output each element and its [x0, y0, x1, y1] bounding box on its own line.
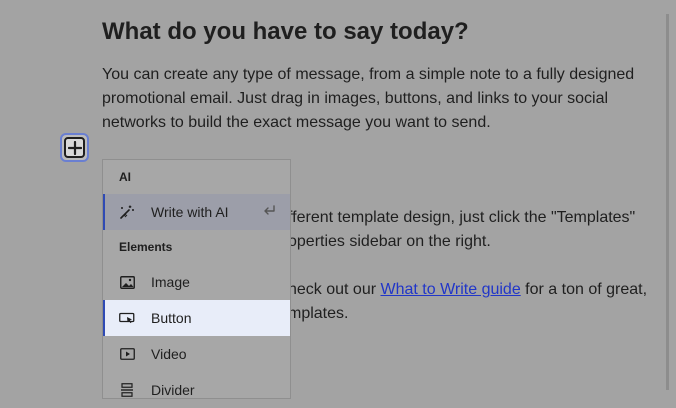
button-item[interactable]: Button	[103, 300, 290, 336]
divider-icon	[119, 382, 135, 398]
page-heading: What do you have to say today?	[102, 18, 469, 45]
button-cursor-icon	[119, 310, 135, 326]
image-item[interactable]: Image	[103, 264, 290, 300]
write-with-ai-label: Write with AI	[151, 204, 229, 220]
guide-text-before: heck out our	[288, 281, 381, 298]
templates-line-1: fferent template design, just click the …	[288, 209, 636, 226]
guide-line-1: heck out our What to Write guide for a t…	[288, 278, 647, 302]
templates-line-2: operties sidebar on the right.	[288, 233, 491, 250]
elements-section-header: Elements	[119, 240, 173, 254]
scrollbar[interactable]	[666, 14, 669, 390]
what-to-write-guide-link[interactable]: What to Write guide	[381, 281, 521, 298]
magic-wand-icon	[119, 204, 135, 220]
video-icon	[119, 346, 135, 362]
divider-item[interactable]: Divider	[103, 372, 290, 408]
button-label: Button	[151, 310, 192, 326]
image-icon	[119, 274, 135, 290]
guide-line-2: mplates.	[288, 305, 349, 322]
plus-icon	[64, 137, 85, 158]
video-label: Video	[151, 346, 187, 362]
divider-label: Divider	[151, 382, 195, 398]
enter-return-icon	[262, 204, 276, 220]
image-label: Image	[151, 274, 190, 290]
intro-paragraph: You can create any type of message, from…	[102, 66, 635, 131]
insert-block-menu: AI Write with AI Elements Image Button V…	[102, 159, 291, 399]
write-with-ai-item[interactable]: Write with AI	[103, 194, 290, 230]
guide-text-after: for a ton of great,	[520, 281, 648, 298]
video-item[interactable]: Video	[103, 336, 290, 372]
ai-section-header: AI	[119, 170, 131, 184]
add-block-button[interactable]	[60, 133, 89, 162]
